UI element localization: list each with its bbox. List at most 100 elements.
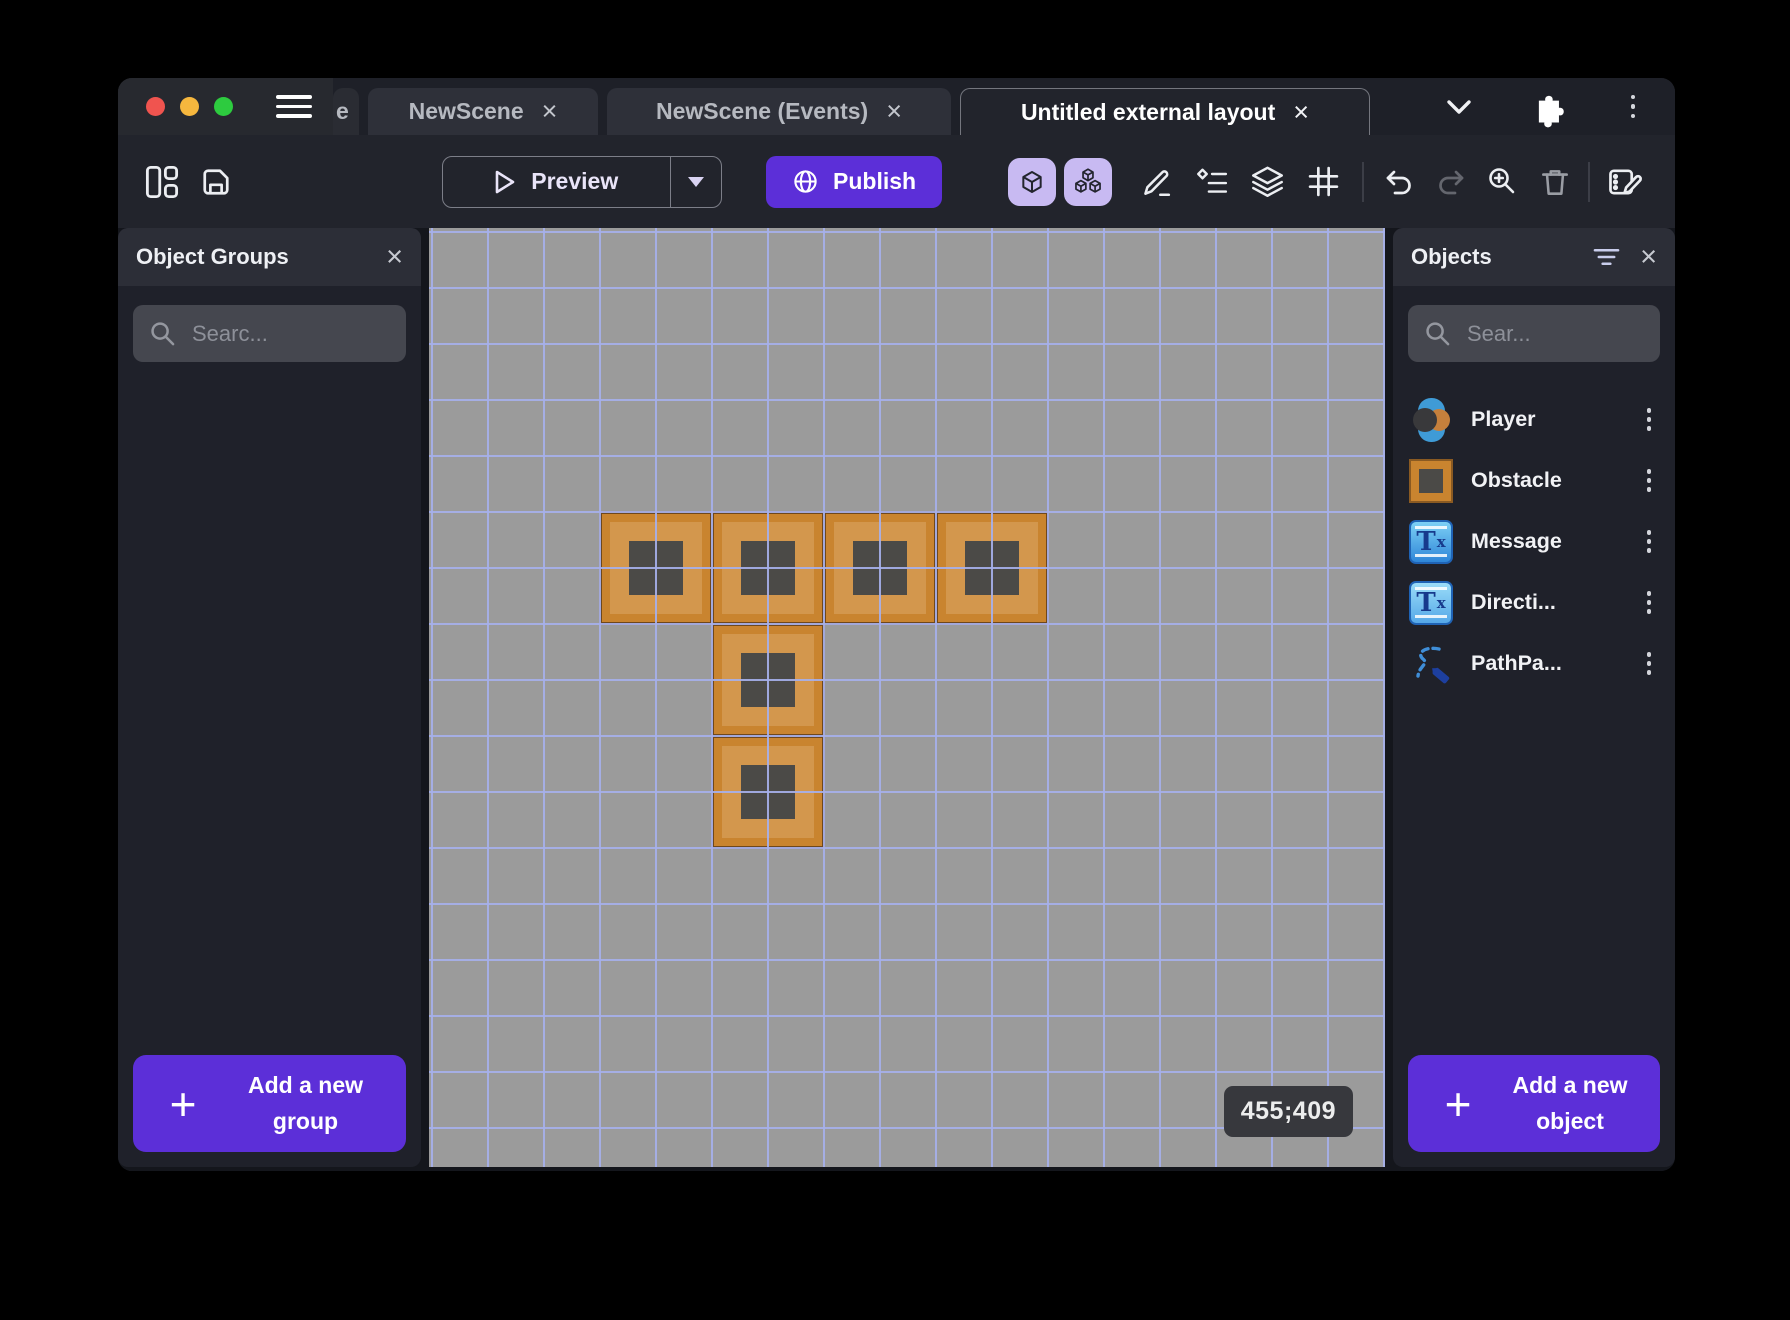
tab-close-icon[interactable]: × xyxy=(1293,98,1309,126)
content-area: Object Groups × + Add a new group 455;40… xyxy=(118,228,1675,1171)
obstacle-tile-instance[interactable] xyxy=(711,623,825,737)
tab-partial[interactable]: e xyxy=(333,88,359,135)
object-label: Message xyxy=(1471,529,1562,553)
chevron-down-icon[interactable] xyxy=(1445,94,1473,120)
tab-newscene[interactable]: NewScene × xyxy=(368,88,598,135)
obstacle-tile-instance[interactable] xyxy=(711,735,825,849)
obstacle-tile-instance[interactable] xyxy=(823,511,937,625)
close-icon[interactable]: × xyxy=(1640,242,1657,272)
search-icon xyxy=(151,322,175,346)
publish-label: Publish xyxy=(833,168,917,194)
view-3d-toggle-button[interactable] xyxy=(1008,157,1057,206)
layers-icon[interactable] xyxy=(1250,164,1285,199)
titlebar: e NewScene × NewScene (Events) × Untitle… xyxy=(118,78,1675,135)
grid-icon[interactable] xyxy=(1307,165,1340,198)
edit-pencil-icon[interactable] xyxy=(1138,165,1172,199)
titlebar-actions xyxy=(1445,78,1643,135)
objects-panel: Objects × Player xyxy=(1393,228,1675,1167)
object-groups-searchbox xyxy=(133,305,406,362)
save-icon[interactable] xyxy=(198,164,234,200)
extensions-puzzle-icon[interactable] xyxy=(1527,86,1569,128)
close-window-button[interactable] xyxy=(146,97,165,116)
object-menu-icon[interactable] xyxy=(1639,591,1659,614)
tab-untitled-external-layout[interactable]: Untitled external layout × xyxy=(960,88,1370,135)
tab-close-icon[interactable]: × xyxy=(542,98,558,125)
object-item-obstacle[interactable]: Obstacle xyxy=(1393,450,1675,511)
preview-button[interactable]: Preview xyxy=(443,157,670,207)
tab-label: NewScene xyxy=(408,98,524,124)
object-item-player[interactable]: Player xyxy=(1393,389,1675,450)
panel-title: Object Groups xyxy=(136,244,289,269)
object-groups-panel: Object Groups × + Add a new group xyxy=(118,228,421,1167)
add-group-label: Add a new group xyxy=(247,1071,363,1134)
add-group-button[interactable]: + Add a new group xyxy=(133,1055,406,1152)
app-window: e NewScene × NewScene (Events) × Untitle… xyxy=(118,78,1675,1171)
globe-icon xyxy=(794,170,817,193)
add-object-label: Add a new object xyxy=(1512,1071,1628,1134)
add-object-button[interactable]: + Add a new object xyxy=(1408,1055,1660,1152)
text-object-icon: Tx xyxy=(1409,580,1453,625)
panel-title: Objects xyxy=(1411,244,1492,269)
caret-down-icon xyxy=(688,176,704,187)
object-menu-icon[interactable] xyxy=(1639,652,1659,675)
object-menu-icon[interactable] xyxy=(1639,408,1659,431)
scene-properties-edit-icon[interactable] xyxy=(1606,164,1644,200)
object-label: Directi... xyxy=(1471,590,1556,614)
object-item-directions[interactable]: Tx Directi... xyxy=(1393,572,1675,633)
cube-3d-icon xyxy=(1022,170,1042,193)
preview-dropdown-button[interactable] xyxy=(671,157,721,207)
screen: e NewScene × NewScene (Events) × Untitle… xyxy=(0,0,1790,1320)
toolbar: Preview Publish xyxy=(118,135,1675,228)
preview-split-button: Preview xyxy=(442,155,722,208)
object-menu-icon[interactable] xyxy=(1639,530,1659,553)
tab-label: e xyxy=(336,98,349,124)
zoom-in-icon[interactable] xyxy=(1486,165,1520,199)
instances-list-icon[interactable] xyxy=(1194,165,1228,199)
obstacle-tile-instance[interactable] xyxy=(935,511,1049,625)
object-groups-search-input[interactable] xyxy=(190,319,390,348)
cursor-coordinates-badge: 455;409 xyxy=(1223,1086,1353,1137)
objects-searchbox xyxy=(1408,305,1660,362)
tab-label: NewScene (Events) xyxy=(656,98,869,124)
objects-empty-space xyxy=(1393,694,1675,1055)
tile-layer xyxy=(429,228,1385,1167)
instances-view-toggle-button[interactable] xyxy=(1064,157,1113,206)
filter-icon[interactable] xyxy=(1593,246,1620,268)
minimize-window-button[interactable] xyxy=(180,97,199,116)
play-icon xyxy=(495,170,515,193)
trash-icon[interactable] xyxy=(1538,165,1572,199)
obstacle-tile-instance[interactable] xyxy=(599,511,713,625)
publish-button[interactable]: Publish xyxy=(766,155,943,208)
tab-newscene-events[interactable]: NewScene (Events) × xyxy=(607,88,951,135)
plus-icon: + xyxy=(1444,1077,1472,1130)
toolbar-divider xyxy=(1362,161,1365,202)
objects-search-input[interactable] xyxy=(1465,319,1644,348)
objects-list: Player Obstacle Tx Message Tx Directi...… xyxy=(1393,389,1675,694)
tab-bar: e NewScene × NewScene (Events) × Untitle… xyxy=(333,88,1370,135)
object-label: Obstacle xyxy=(1471,468,1562,492)
object-item-pathpaint[interactable]: PathPa... xyxy=(1393,633,1675,694)
panels-layout-icon[interactable] xyxy=(144,164,180,200)
tab-close-icon[interactable]: × xyxy=(886,98,902,125)
scene-canvas[interactable]: 455;409 xyxy=(429,228,1385,1167)
redo-icon[interactable] xyxy=(1434,165,1468,199)
objects-header: Objects × xyxy=(1393,228,1675,286)
preview-label: Preview xyxy=(531,168,619,194)
obstacle-icon xyxy=(1409,458,1453,503)
maximize-window-button[interactable] xyxy=(214,97,233,116)
object-menu-icon[interactable] xyxy=(1639,469,1659,492)
main-menu-icon[interactable] xyxy=(276,95,312,118)
object-label: Player xyxy=(1471,407,1536,431)
undo-icon[interactable] xyxy=(1382,165,1416,199)
object-groups-header: Object Groups × xyxy=(118,228,421,286)
object-item-message[interactable]: Tx Message xyxy=(1393,511,1675,572)
window-menu-icon[interactable] xyxy=(1623,94,1643,119)
window-controls xyxy=(146,78,233,135)
close-icon[interactable]: × xyxy=(386,242,403,272)
toolbar-divider xyxy=(1588,161,1591,202)
path-paint-icon xyxy=(1409,642,1453,686)
player-icon xyxy=(1409,397,1453,442)
obstacle-tile-instance[interactable] xyxy=(711,511,825,625)
object-groups-empty-space xyxy=(118,362,421,1055)
tab-label: Untitled external layout xyxy=(1020,98,1276,125)
